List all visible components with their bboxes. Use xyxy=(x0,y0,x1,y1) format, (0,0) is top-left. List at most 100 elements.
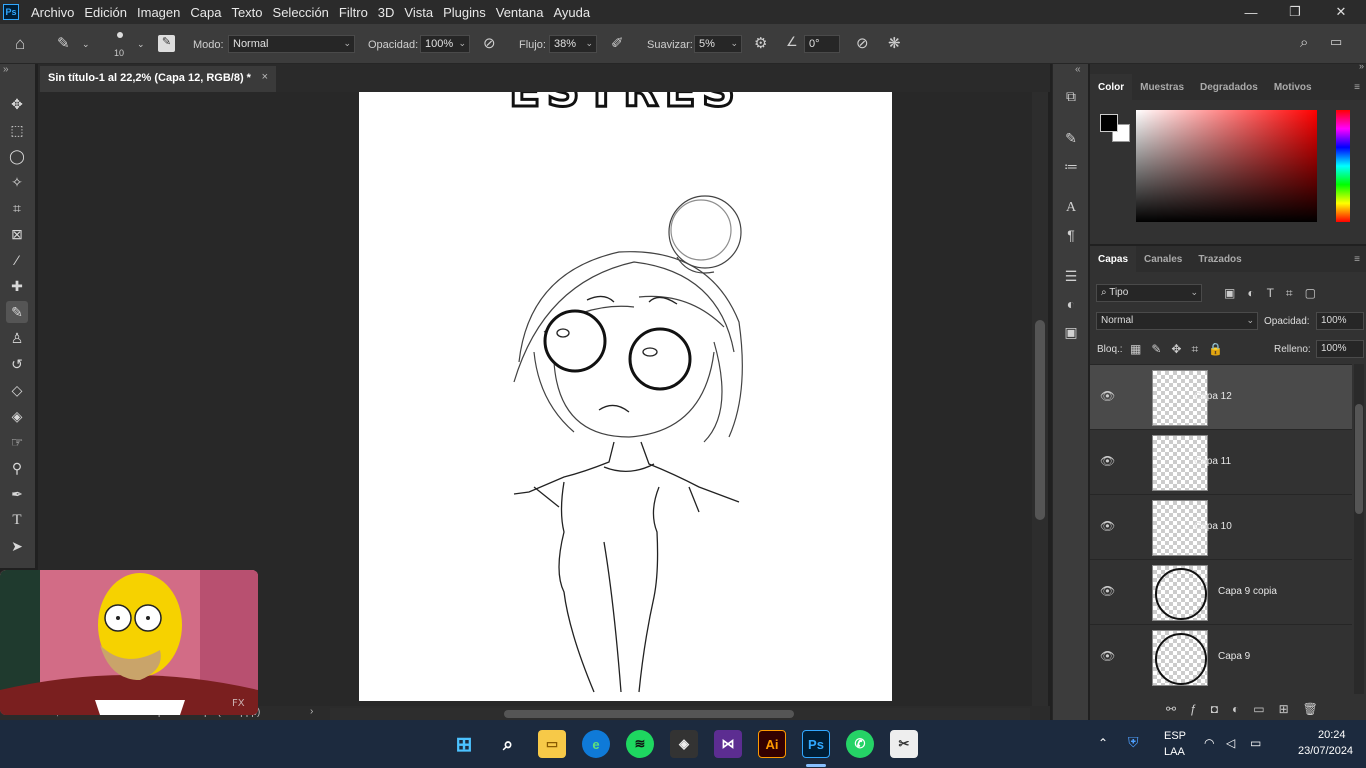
language-bottom[interactable]: LAA xyxy=(1164,746,1185,758)
visibility-eye-icon[interactable]: 👁 xyxy=(1100,519,1115,533)
file-explorer-icon[interactable]: ▭ xyxy=(538,730,566,758)
opacity-field[interactable]: 100% ⌄ xyxy=(420,35,470,53)
flow-field[interactable]: 38% ⌄ xyxy=(549,35,597,53)
document-canvas[interactable]: ESTRÉS xyxy=(359,62,892,701)
stamp-tool-icon[interactable]: ♙ xyxy=(6,327,28,349)
visibility-eye-icon[interactable]: 👁 xyxy=(1100,454,1115,468)
dodge-tool-icon[interactable]: ⚲ xyxy=(6,457,28,479)
crop-tool-icon[interactable]: ⌗ xyxy=(6,197,28,219)
layer-row[interactable]: 👁 Capa 10 xyxy=(1090,494,1352,559)
smudge-tool-icon[interactable]: ☞ xyxy=(6,431,28,453)
tab-capas[interactable]: Capas xyxy=(1090,246,1137,272)
whatsapp-icon[interactable]: ✆ xyxy=(846,730,874,758)
illustrator-icon[interactable]: Ai xyxy=(758,730,786,758)
layer-actions-bar[interactable]: ⚯ƒ◘◐▭⊞🗑 xyxy=(1166,702,1332,716)
vertical-scrollbar[interactable] xyxy=(1032,92,1048,706)
brush-settings-icon[interactable]: ✎ xyxy=(1061,128,1081,148)
horizontal-scrollbar[interactable] xyxy=(330,708,1030,720)
paragraph-icon[interactable]: ¶ xyxy=(1061,225,1081,245)
restore-button[interactable]: ❐ xyxy=(1272,0,1318,24)
mode-select[interactable]: Normal ⌄ xyxy=(228,35,355,53)
libraries-icon[interactable]: ▣ xyxy=(1061,322,1081,342)
visibility-eye-icon[interactable]: 👁 xyxy=(1100,389,1115,403)
layer-opacity-field[interactable]: 100% xyxy=(1316,312,1364,330)
brush-preset-icon[interactable]: ✎ xyxy=(57,34,70,52)
adjustments-icon[interactable]: ◐ xyxy=(1061,294,1081,314)
path-selection-tool-icon[interactable]: ➤ xyxy=(6,535,28,557)
menu-seleccion[interactable]: Selección xyxy=(273,5,329,20)
tab-motivos[interactable]: Motivos xyxy=(1266,74,1320,100)
history-icon[interactable]: ⧉ xyxy=(1061,86,1081,106)
menu-capa[interactable]: Capa xyxy=(190,5,221,20)
clock-date[interactable]: 23/07/2024 xyxy=(1298,745,1353,757)
menu-vista[interactable]: Vista xyxy=(404,5,433,20)
menu-ayuda[interactable]: Ayuda xyxy=(553,5,590,20)
properties-icon[interactable]: ☰ xyxy=(1061,266,1081,286)
horizontal-scroll-thumb[interactable] xyxy=(504,710,794,718)
battery-icon[interactable]: ▭ xyxy=(1250,736,1261,750)
snipping-tool-icon[interactable]: ✂ xyxy=(890,730,918,758)
chevron-down-icon[interactable]: ⌄ xyxy=(137,39,145,50)
collapse-icon[interactable]: » xyxy=(1359,61,1364,71)
panel-menu-icon[interactable]: ≡ xyxy=(1346,246,1366,272)
collapse-icon[interactable]: » xyxy=(3,64,9,75)
layer-row[interactable]: 👁 Capa 11 xyxy=(1090,429,1352,494)
workspace-icon[interactable]: ▭ xyxy=(1330,34,1342,50)
menu-plugins[interactable]: Plugins xyxy=(443,5,486,20)
status-arrow-icon[interactable]: › xyxy=(310,706,313,717)
volume-icon[interactable]: ◁ xyxy=(1226,736,1235,750)
move-tool-icon[interactable]: ✥ xyxy=(6,93,28,115)
layer-filter-select[interactable]: ⌕ Tipo ⌄ xyxy=(1096,284,1202,302)
tray-chevron-up-icon[interactable]: ⌃ xyxy=(1098,736,1108,750)
menu-archivo[interactable]: Archivo xyxy=(31,5,74,20)
pressure-size-icon[interactable]: ⊘ xyxy=(856,34,869,52)
minimize-button[interactable]: — xyxy=(1228,0,1274,24)
tab-degradados[interactable]: Degradados xyxy=(1192,74,1266,100)
unity-icon[interactable]: ◈ xyxy=(670,730,698,758)
tab-color[interactable]: Color xyxy=(1090,74,1133,100)
windows-start-icon[interactable]: ⊞ xyxy=(450,730,478,758)
layer-row[interactable]: 👁 Capa 9 copia xyxy=(1090,559,1352,624)
eraser-tool-icon[interactable]: ◇ xyxy=(6,379,28,401)
clock-time[interactable]: 20:24 xyxy=(1318,729,1346,741)
color-field[interactable] xyxy=(1136,110,1317,222)
paint-bucket-tool-icon[interactable]: ◈ xyxy=(6,405,28,427)
angle-field[interactable]: 0° xyxy=(804,35,840,53)
wifi-icon[interactable]: ◠ xyxy=(1204,736,1214,750)
home-icon[interactable]: ⌂ xyxy=(15,34,25,54)
vertical-scroll-thumb[interactable] xyxy=(1035,320,1045,520)
type-tool-icon[interactable]: T xyxy=(6,509,28,531)
search-icon[interactable]: ⌕ xyxy=(494,730,522,758)
collapse-icon[interactable]: « xyxy=(1075,64,1081,75)
eyedropper-tool-icon[interactable]: ⁄ xyxy=(6,249,28,271)
layers-scrollbar[interactable] xyxy=(1354,364,1364,694)
search-icon[interactable]: ⌕ xyxy=(1300,34,1308,51)
video-overlay[interactable]: FX xyxy=(0,570,258,715)
visibility-eye-icon[interactable]: 👁 xyxy=(1100,584,1115,598)
brush-panel-icon[interactable]: ✎ xyxy=(158,35,175,52)
menu-3d[interactable]: 3D xyxy=(378,5,395,20)
close-tab-icon[interactable]: × xyxy=(262,71,268,83)
close-button[interactable]: ✕ xyxy=(1318,0,1364,24)
brush-tip-icon[interactable] xyxy=(117,32,123,38)
menu-ventana[interactable]: Ventana xyxy=(496,5,544,20)
menu-edicion[interactable]: Edición xyxy=(84,5,127,20)
lock-icons[interactable]: ▦✎✥⌗🔒 xyxy=(1130,342,1233,357)
layer-row[interactable]: 👁 Capa 12 xyxy=(1090,364,1352,429)
pen-tool-icon[interactable]: ✒ xyxy=(6,483,28,505)
language-top[interactable]: ESP xyxy=(1164,730,1186,742)
fill-field[interactable]: 100% xyxy=(1316,340,1364,358)
tab-trazados[interactable]: Trazados xyxy=(1190,246,1249,272)
hue-slider[interactable] xyxy=(1336,110,1350,222)
menu-texto[interactable]: Texto xyxy=(231,5,262,20)
layer-row[interactable]: 👁 Capa 9 xyxy=(1090,624,1352,689)
character-icon[interactable]: A xyxy=(1061,198,1081,218)
photoshop-app-icon[interactable]: Ps xyxy=(3,4,19,20)
healing-brush-tool-icon[interactable]: ✚ xyxy=(6,275,28,297)
frame-tool-icon[interactable]: ⊠ xyxy=(6,223,28,245)
layers-scroll-thumb[interactable] xyxy=(1355,404,1363,514)
brush-tool-icon[interactable]: ✎ xyxy=(6,301,28,323)
spotify-icon[interactable]: ≋ xyxy=(626,730,654,758)
foreground-color-swatch[interactable] xyxy=(1100,114,1118,132)
security-shield-icon[interactable]: ⛨ xyxy=(1128,734,1139,751)
